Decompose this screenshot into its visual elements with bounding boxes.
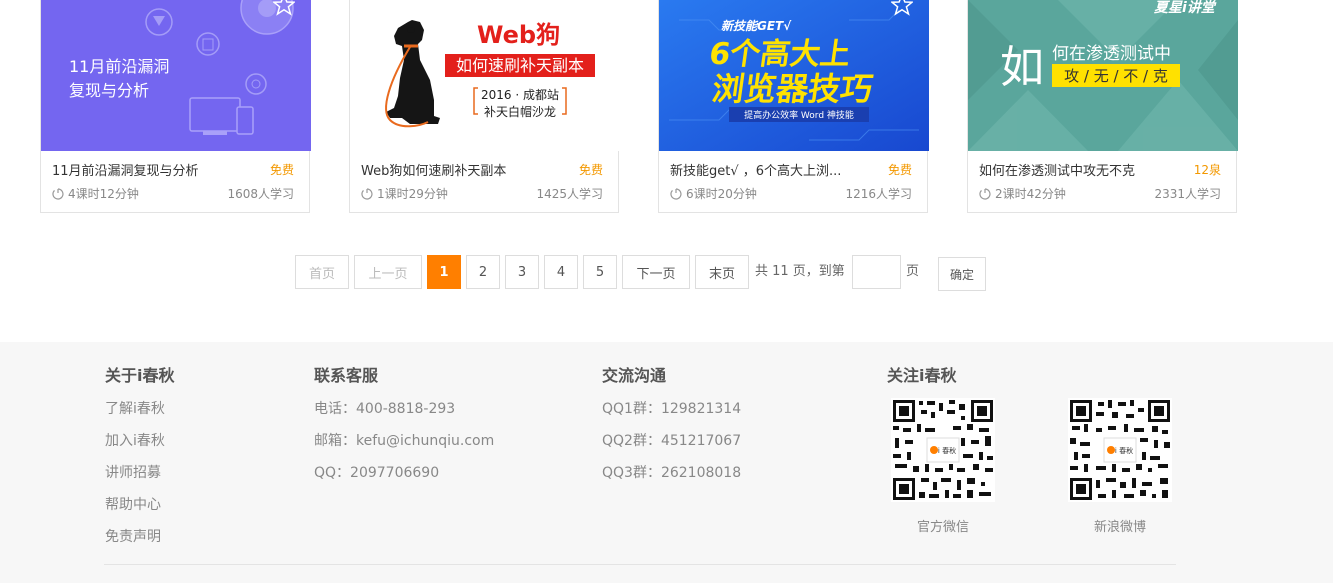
course-duration: 1课时29分钟	[361, 185, 448, 202]
course-learners: 1608人学习	[227, 187, 294, 201]
footer-phone: 电话：400-8818-293	[314, 401, 456, 417]
svg-text:提高办公效率 Word 神技能: 提高办公效率 Word 神技能	[744, 109, 854, 121]
course-duration: 4课时12分钟	[52, 185, 139, 202]
course-duration: 6课时20分钟	[670, 185, 757, 202]
footer-qq-group-3: QQ3群：262108018	[602, 465, 742, 481]
svg-text:2016 · 成都站: 2016 · 成都站	[481, 88, 559, 102]
footer-qq-group-1: QQ1群：129821314	[602, 401, 742, 417]
svg-text:i 春秋: i 春秋	[1115, 446, 1133, 455]
prev-page-button[interactable]: 上一页	[354, 255, 422, 289]
next-page-button[interactable]: 下一页	[622, 255, 690, 289]
footer-follow: 关注i春秋	[887, 366, 957, 400]
weibo-qr-block: i 春秋 新浪微博	[1067, 398, 1173, 535]
footer-link-teacher[interactable]: 讲师招募	[105, 464, 175, 496]
svg-text:夏星i讲堂: 夏星i讲堂	[1154, 0, 1217, 16]
course-price: 免费	[578, 163, 603, 177]
footer-link-help[interactable]: 帮助中心	[105, 496, 175, 528]
course-title[interactable]: 如何在渗透测试中攻无不克	[979, 160, 1169, 179]
first-page-button[interactable]: 首页	[295, 255, 349, 289]
course-card[interactable]: 11月前沿漏洞 复现与分析 11月前沿漏洞复现与分析 免费 4课时12分钟 16…	[40, 0, 311, 213]
confirm-goto-button[interactable]: 确定	[938, 257, 986, 291]
footer-community: 交流沟通 QQ1群：129821314 QQ2群：451217067 QQ3群：…	[602, 366, 741, 496]
footer-email[interactable]: 邮箱：kefu@ichunqiu.com	[314, 432, 494, 464]
goto-page-input[interactable]	[852, 255, 901, 289]
footer-about-title: 关于i春秋	[105, 366, 175, 385]
footer-qq-group-2: QQ2群：451217067	[602, 433, 742, 449]
course-title[interactable]: Web狗如何速刷补天副本	[361, 160, 551, 179]
svg-text:复现与分析: 复现与分析	[69, 81, 149, 100]
course-thumbnail[interactable]: Web狗 如何速刷补天副本 2016 · 成都站 补天白帽沙龙	[350, 0, 620, 151]
course-duration-text: 6课时20分钟	[686, 187, 757, 201]
clock-icon	[361, 187, 373, 200]
svg-text:Web狗: Web狗	[477, 21, 560, 49]
course-duration-text: 1课时29分钟	[377, 187, 448, 201]
clock-icon	[670, 187, 682, 200]
favorite-star-icon[interactable]	[891, 0, 913, 16]
svg-text:6个高大上: 6个高大上	[707, 37, 853, 72]
footer-follow-title: 关注i春秋	[887, 366, 957, 385]
clock-icon	[52, 187, 64, 200]
course-duration: 2课时42分钟	[979, 185, 1066, 202]
footer-link-disclaimer[interactable]: 免责声明	[105, 528, 175, 560]
course-duration-text: 4课时12分钟	[68, 187, 139, 201]
course-price: 12泉	[1193, 163, 1221, 177]
footer-link-about[interactable]: 了解i春秋	[105, 400, 175, 432]
footer-link-join[interactable]: 加入i春秋	[105, 432, 175, 464]
course-card[interactable]: 夏星i讲堂 如 何在渗透测试中 攻 / 无 / 不 / 克 如何在渗透测试中攻无…	[967, 0, 1238, 213]
wechat-qr-label: 官方微信	[916, 520, 969, 535]
weibo-qr-code: i 春秋	[1068, 398, 1172, 502]
clock-icon	[979, 187, 991, 200]
page-button-1[interactable]: 1	[427, 255, 461, 289]
svg-text:何在渗透测试中: 何在渗透测试中	[1052, 44, 1171, 64]
footer: 关于i春秋 了解i春秋 加入i春秋 讲师招募 帮助中心 免责声明 联系客服 电话…	[0, 342, 1333, 583]
course-title[interactable]: 新技能get√ ，6个高大上浏...	[670, 160, 860, 179]
wechat-qr-block: i 春秋 官方微信	[890, 398, 996, 535]
course-price: 免费	[887, 163, 912, 177]
svg-text:补天白帽沙龙: 补天白帽沙龙	[484, 104, 556, 119]
page-button-2[interactable]: 2	[466, 255, 500, 289]
favorite-star-icon[interactable]	[273, 0, 295, 16]
weibo-qr-label: 新浪微博	[1093, 520, 1146, 535]
svg-text:浏览器技巧: 浏览器技巧	[710, 70, 875, 108]
svg-text:攻 / 无 / 不 / 克: 攻 / 无 / 不 / 克	[1064, 67, 1168, 85]
course-title[interactable]: 11月前沿漏洞复现与分析	[52, 160, 242, 179]
course-thumbnail[interactable]: 夏星i讲堂 如 何在渗透测试中 攻 / 无 / 不 / 克	[968, 0, 1238, 151]
footer-service: 联系客服 电话：400-8818-293 邮箱：kefu@ichunqiu.co…	[314, 366, 494, 496]
page-button-3[interactable]: 3	[505, 255, 539, 289]
course-duration-text: 2课时42分钟	[995, 187, 1066, 201]
course-price: 免费	[269, 163, 294, 177]
course-card[interactable]: 新技能GET√ 6个高大上 浏览器技巧 提高办公效率 Word 神技能 新技能g…	[658, 0, 929, 213]
svg-text:如: 如	[1000, 42, 1044, 93]
svg-text:新技能GET√: 新技能GET√	[721, 19, 792, 33]
course-learners: 2331人学习	[1154, 187, 1221, 201]
footer-qq: QQ：2097706690	[314, 465, 440, 481]
page-suffix-text: 页	[906, 264, 920, 279]
page-button-5[interactable]: 5	[583, 255, 617, 289]
pagination: 首页 上一页 1 2 3 4 5 下一页 末页 共 11 页，到第 页 确定	[0, 255, 1333, 291]
footer-service-title: 联系客服	[314, 366, 379, 385]
page-button-4[interactable]: 4	[544, 255, 578, 289]
svg-text:如何速刷补天副本: 如何速刷补天副本	[456, 56, 584, 75]
course-learners: 1216人学习	[845, 187, 912, 201]
course-thumbnail[interactable]: 11月前沿漏洞 复现与分析	[41, 0, 311, 151]
svg-text:11月前沿漏洞: 11月前沿漏洞	[69, 57, 169, 76]
footer-about: 关于i春秋 了解i春秋 加入i春秋 讲师招募 帮助中心 免责声明	[105, 366, 175, 560]
last-page-button[interactable]: 末页	[695, 255, 749, 289]
course-card[interactable]: Web狗 如何速刷补天副本 2016 · 成都站 补天白帽沙龙 Web狗如何速刷…	[349, 0, 620, 213]
course-thumbnail[interactable]: 新技能GET√ 6个高大上 浏览器技巧 提高办公效率 Word 神技能	[659, 0, 929, 151]
total-pages-text: 共 11 页，到第	[755, 264, 845, 279]
wechat-qr-code: i 春秋	[891, 398, 995, 502]
svg-text:i 春秋: i 春秋	[938, 446, 956, 455]
footer-community-title: 交流沟通	[602, 366, 667, 385]
footer-divider	[104, 564, 1176, 565]
course-learners: 1425人学习	[536, 187, 603, 201]
